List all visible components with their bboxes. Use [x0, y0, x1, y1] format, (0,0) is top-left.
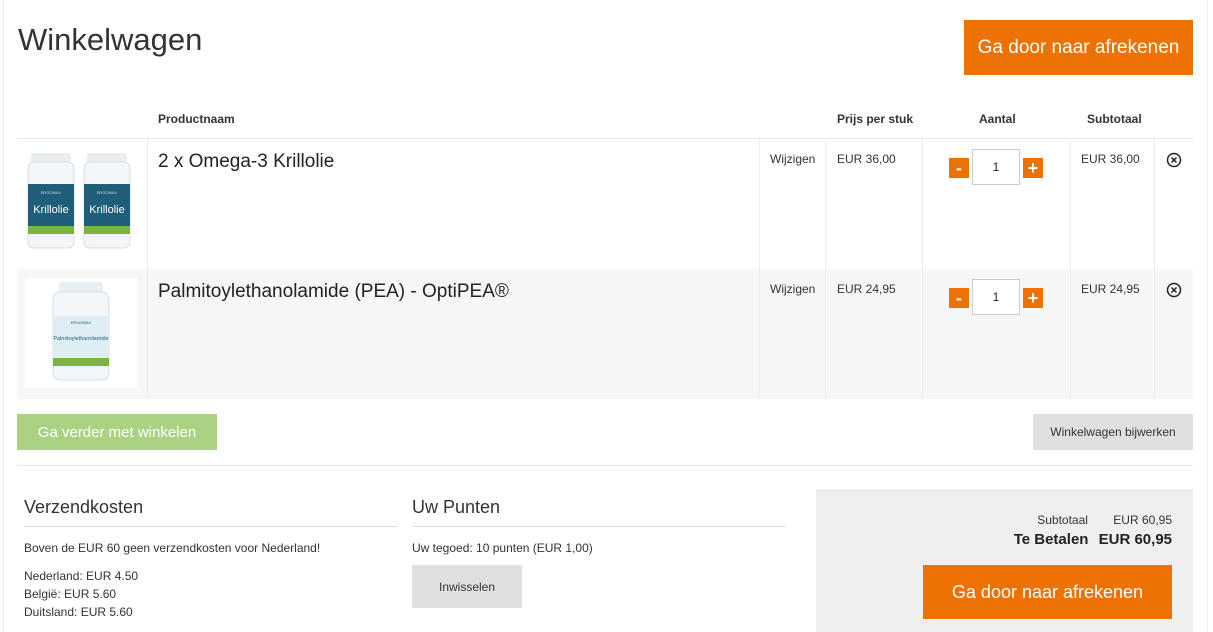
- redeem-points-button[interactable]: Inwisselen: [412, 565, 522, 608]
- totals-panel: Subtotaal EUR 60,95 Te Betalen EUR 60,95…: [816, 489, 1193, 632]
- total-value: EUR 60,95: [1098, 531, 1172, 548]
- remove-item-button[interactable]: [1166, 152, 1182, 168]
- svg-text:ERGOMAX: ERGOMAX: [71, 320, 92, 325]
- column-divider: [1154, 139, 1155, 269]
- column-divider: [922, 139, 923, 269]
- header-quantity: Aantal: [979, 112, 1016, 126]
- svg-text:Palmitoylethanolamide: Palmitoylethanolamide: [53, 336, 108, 342]
- header-product: Productnaam: [158, 112, 235, 126]
- qty-increase-button[interactable]: +: [1023, 288, 1043, 308]
- circle-x-icon: [1166, 282, 1182, 298]
- header-subtotal: Subtotaal: [1087, 112, 1142, 126]
- total-label: Te Betalen: [1013, 531, 1089, 548]
- table-row: ERGOMAX Palmitoylethanolamide Palmitoyle…: [17, 269, 1193, 399]
- column-divider: [759, 269, 760, 399]
- points-title: Uw Punten: [412, 497, 786, 527]
- unit-price: EUR 36,00: [837, 152, 896, 166]
- page-title: Winkelwagen: [18, 22, 203, 57]
- krill-oil-bottles-image: Krillolie ERGOMAX Krillolie ERGOMAX: [27, 153, 131, 249]
- unit-price: EUR 24,95: [837, 282, 896, 296]
- column-divider: [147, 139, 148, 269]
- shipping-rate: België: EUR 5.60: [24, 587, 117, 601]
- column-divider: [825, 139, 826, 269]
- svg-text:ERGOMAX: ERGOMAX: [97, 190, 118, 195]
- subtotal-row: Subtotaal EUR 60,95: [1037, 513, 1172, 527]
- circle-x-icon: [1166, 152, 1182, 168]
- checkout-button-bottom[interactable]: Ga door naar afrekenen: [923, 565, 1172, 619]
- product-name-link[interactable]: 2 x Omega-3 Krillolie: [158, 151, 334, 173]
- shipping-section: Verzendkosten Boven de EUR 60 geen verze…: [24, 497, 398, 619]
- table-row: Krillolie ERGOMAX Krillolie ERGOMAX 2 x …: [17, 139, 1193, 269]
- column-divider: [147, 269, 148, 399]
- column-divider: [1154, 269, 1155, 399]
- product-image[interactable]: Krillolie ERGOMAX Krillolie ERGOMAX: [25, 148, 137, 258]
- continue-shopping-button[interactable]: Ga verder met winkelen: [17, 414, 217, 450]
- pea-bottle-image: ERGOMAX Palmitoylethanolamide: [52, 282, 110, 381]
- column-divider: [1070, 139, 1071, 269]
- edit-link[interactable]: Wijzigen: [770, 282, 815, 296]
- shipping-note: Boven de EUR 60 geen verzendkosten voor …: [24, 541, 321, 555]
- edit-link[interactable]: Wijzigen: [770, 152, 815, 166]
- svg-text:ERGOMAX: ERGOMAX: [41, 190, 62, 195]
- product-image[interactable]: ERGOMAX Palmitoylethanolamide: [25, 278, 137, 388]
- total-row: Te Betalen EUR 60,95: [1014, 531, 1172, 548]
- divider: [17, 465, 1193, 466]
- product-name-link[interactable]: Palmitoylethanolamide (PEA) - OptiPEA®: [158, 281, 509, 303]
- qty-decrease-button[interactable]: -: [949, 288, 969, 308]
- column-divider: [759, 139, 760, 269]
- checkout-button-top[interactable]: Ga door naar afrekenen: [964, 20, 1193, 75]
- svg-text:Krillolie: Krillolie: [89, 204, 124, 216]
- qty-decrease-button[interactable]: -: [949, 158, 969, 178]
- column-divider: [825, 269, 826, 399]
- column-divider: [1070, 269, 1071, 399]
- header-price: Prijs per stuk: [837, 112, 914, 126]
- svg-text:Krillolie: Krillolie: [33, 204, 68, 216]
- quantity-input[interactable]: [972, 279, 1020, 315]
- column-divider: [922, 269, 923, 399]
- cart-table: Productnaam Prijs per stuk Aantal Subtot…: [17, 101, 1193, 399]
- line-subtotal: EUR 24,95: [1081, 282, 1140, 296]
- shipping-title: Verzendkosten: [24, 497, 398, 527]
- line-subtotal: EUR 36,00: [1081, 152, 1140, 166]
- remove-item-button[interactable]: [1166, 282, 1182, 298]
- points-section: Uw Punten Uw tegoed: 10 punten (EUR 1,00…: [412, 497, 786, 555]
- qty-increase-button[interactable]: +: [1023, 158, 1043, 178]
- points-balance: Uw tegoed: 10 punten (EUR 1,00): [412, 541, 593, 555]
- quantity-input[interactable]: [972, 149, 1020, 185]
- shipping-rate: Duitsland: EUR 5.60: [24, 605, 133, 619]
- subtotal-value: EUR 60,95: [1113, 513, 1172, 527]
- shipping-rate: Nederland: EUR 4.50: [24, 569, 139, 583]
- subtotal-label: Subtotaal: [1037, 513, 1088, 527]
- update-cart-button[interactable]: Winkelwagen bijwerken: [1033, 414, 1193, 450]
- table-header: Productnaam Prijs per stuk Aantal Subtot…: [17, 101, 1193, 139]
